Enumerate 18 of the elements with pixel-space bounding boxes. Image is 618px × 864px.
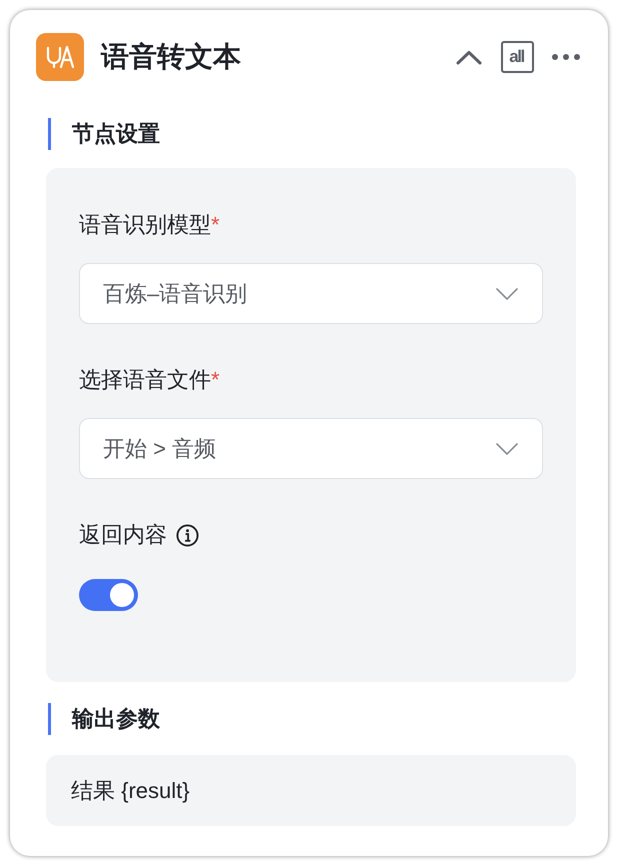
node-title: 语音转文本 (101, 40, 241, 74)
field-label: 选择语音文件 (79, 366, 211, 394)
section-heading: 输出参数 (48, 703, 160, 735)
output-parameter: 结果 {result} (46, 755, 576, 826)
all-button[interactable]: all (501, 41, 534, 73)
chevron-up-icon (456, 50, 482, 64)
more-icon (552, 54, 580, 60)
required-mark: * (211, 366, 220, 394)
required-mark: * (211, 211, 220, 239)
chevron-down-icon (496, 288, 518, 300)
select-field[interactable]: 开始 > 音频 (79, 418, 543, 479)
section-heading: 节点设置 (48, 118, 160, 150)
select-field[interactable]: 百炼–语音识别 (79, 263, 543, 324)
toggle-switch[interactable] (79, 579, 138, 611)
speech-to-text-icon (36, 33, 84, 81)
field-label: 返回内容 (79, 521, 167, 549)
chevron-down-icon (496, 442, 518, 454)
field-label: 语音识别模型 (79, 211, 211, 239)
